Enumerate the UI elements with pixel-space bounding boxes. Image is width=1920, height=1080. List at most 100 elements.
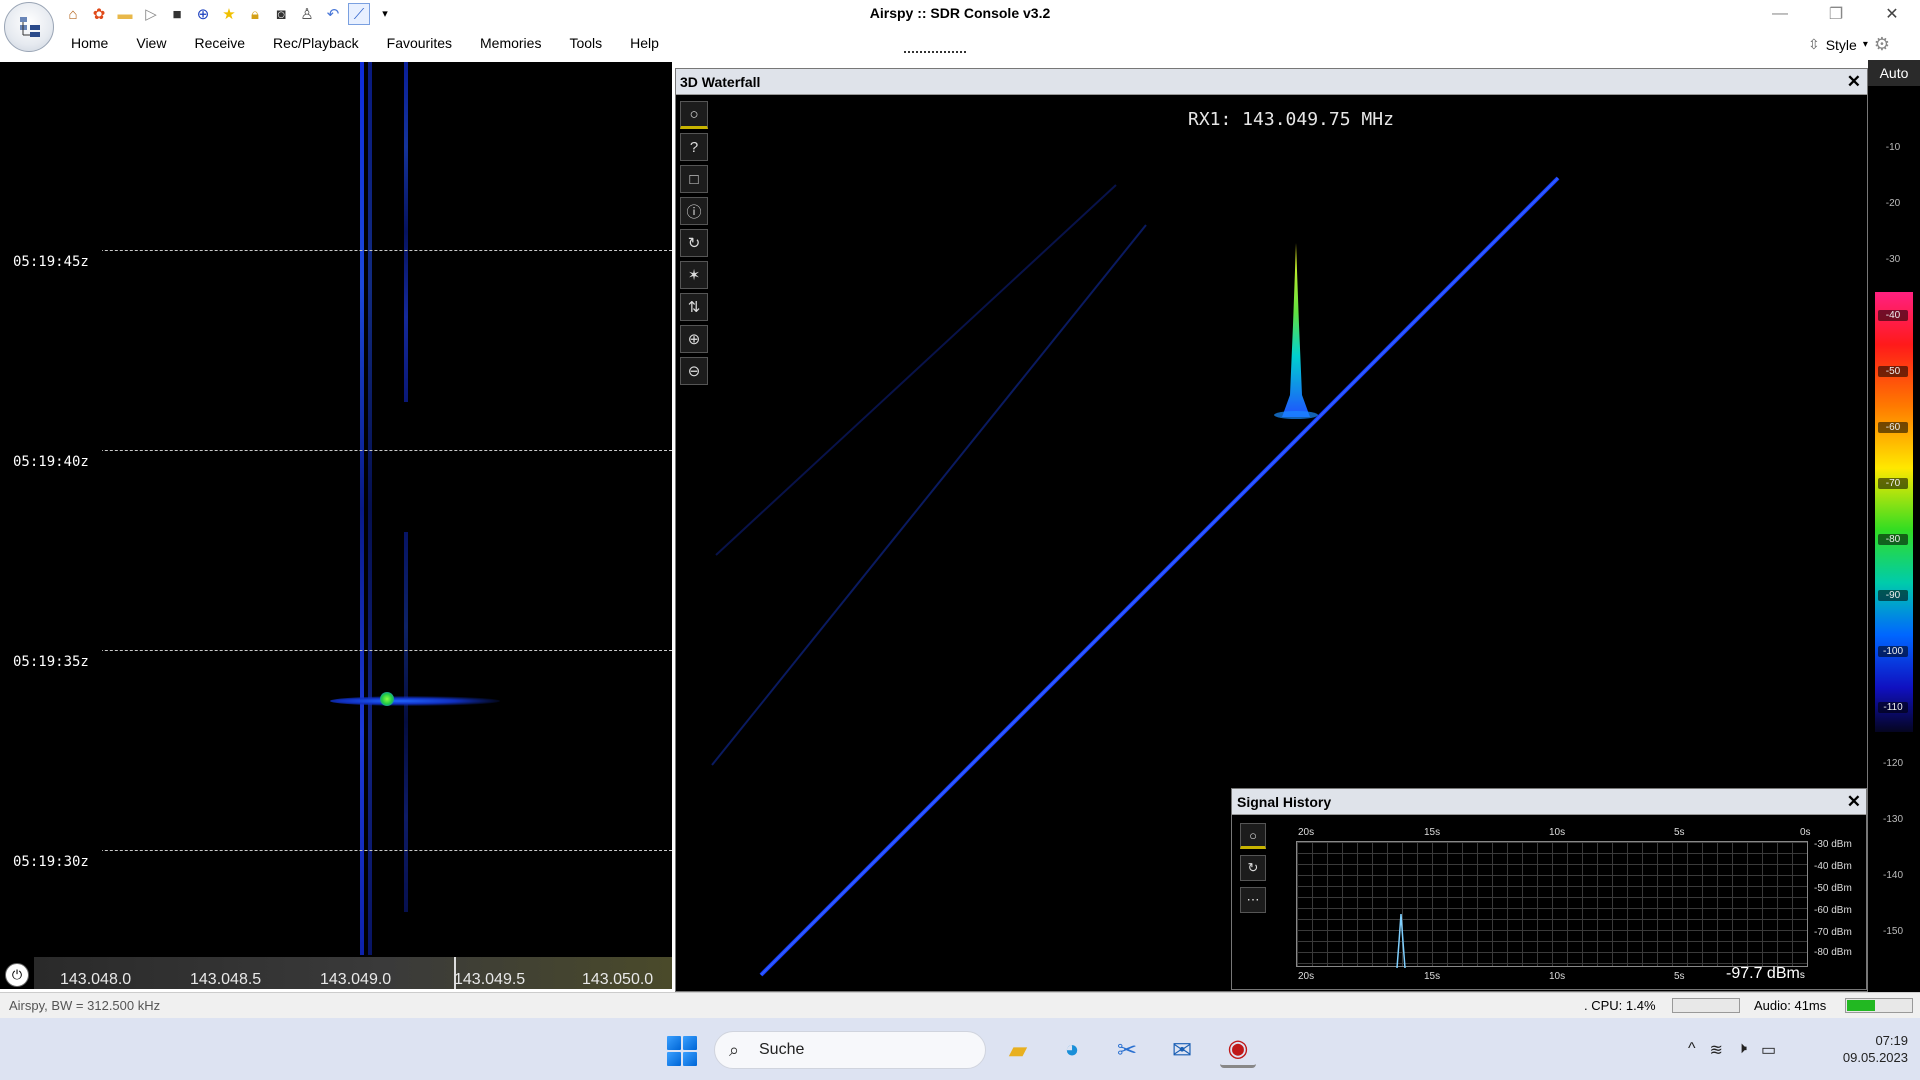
info-icon[interactable]: ⓘ xyxy=(680,197,708,225)
title-bar: ⌂ ✿ ▬ ▷ ■ ⊕ ★ 🔒︎ ◙ ♙ ↶ ⟋ ▾ Airspy :: SDR… xyxy=(0,0,1920,28)
menu-home[interactable]: Home xyxy=(57,35,122,51)
clock-date: 09.05.2023 xyxy=(1842,1050,1908,1065)
signal-history-plot[interactable] xyxy=(1296,841,1808,968)
audio-meter xyxy=(1845,998,1913,1013)
menu-receive[interactable]: Receive xyxy=(180,35,259,51)
panel-title: Signal History xyxy=(1237,794,1332,810)
file-explorer-icon[interactable]: ▰ xyxy=(1000,1032,1036,1068)
windows-start-button[interactable] xyxy=(667,1036,697,1066)
chevron-up-icon[interactable]: ^ xyxy=(1688,1040,1696,1060)
restore-button[interactable]: ❐ xyxy=(1808,0,1864,28)
frequency-scale-bar[interactable]: ⏻ 143.048.0 143.048.5 143.049.0 143.049.… xyxy=(0,955,672,989)
zoom-in-icon[interactable]: ⊕ xyxy=(680,325,708,353)
taskbar-clock[interactable]: 07:19 09.05.2023 xyxy=(1820,1032,1908,1066)
scale-tick: -120 xyxy=(1882,758,1903,769)
square-icon[interactable]: □ xyxy=(680,165,708,193)
wifi-icon[interactable]: ≋ xyxy=(1710,1040,1723,1060)
audio-meter-fill xyxy=(1847,1000,1875,1011)
time-label: 05:19:40z xyxy=(0,450,102,474)
y-tick: -30 dBm xyxy=(1814,839,1852,850)
sdr-console-icon[interactable]: ◉ xyxy=(1220,1032,1256,1068)
asterisk-icon[interactable]: ✶ xyxy=(680,261,708,289)
circle-icon[interactable]: ○ xyxy=(1240,823,1266,849)
start-logo-tile xyxy=(683,1052,697,1066)
x-tick: 10s xyxy=(1549,971,1566,982)
frequency-tick: 143.049.0 xyxy=(320,971,392,988)
edge-icon[interactable]: ◕ xyxy=(1054,1032,1090,1068)
help-icon[interactable]: ? xyxy=(680,133,708,161)
panel-header: Signal History ✕ xyxy=(1232,789,1866,815)
x-tick: 5s xyxy=(1674,827,1685,838)
y-tick: -60 dBm xyxy=(1814,905,1852,916)
y-tick: -70 dBm xyxy=(1814,927,1852,938)
panel-title: 3D Waterfall xyxy=(680,74,761,90)
refresh-icon[interactable]: ↻ xyxy=(1240,855,1266,881)
menu-tools[interactable]: Tools xyxy=(555,35,616,51)
style-label: Style xyxy=(1825,36,1857,53)
colour-scale[interactable]: Auto -10 -20 -30 -40 -50 -60 -70 -80 -90… xyxy=(1868,60,1920,995)
scale-tick: -20 xyxy=(1885,198,1901,209)
up-down-arrows-icon[interactable]: ⇅ xyxy=(680,293,708,321)
start-logo-tile xyxy=(683,1036,697,1050)
frequency-tick: 143.049.5 xyxy=(454,971,526,988)
rx-frequency-readout: RX1: 143.049.75 MHz xyxy=(1188,109,1394,130)
mail-icon[interactable]: ✉ xyxy=(1164,1032,1200,1068)
menu-memories[interactable]: Memories xyxy=(466,35,555,51)
system-tray: ^ ≋ 🕨︎ ▭ xyxy=(1688,1040,1776,1060)
ribbon-tabs: Home View Receive Rec/Playback Favourite… xyxy=(57,35,673,51)
colour-gradient-bar[interactable] xyxy=(1875,292,1913,732)
signal-trace xyxy=(404,532,408,912)
rotate-icon[interactable]: ↻ xyxy=(680,229,708,257)
cpu-meter xyxy=(1672,998,1740,1013)
x-tick: 15s xyxy=(1424,971,1441,982)
frequency-tick: 143.048.0 xyxy=(60,971,132,988)
start-logo-tile xyxy=(667,1052,681,1066)
taskbar-search[interactable]: ⌕ Suche xyxy=(714,1031,986,1069)
menu-help[interactable]: Help xyxy=(616,35,673,51)
app-menu-icon xyxy=(20,17,40,37)
close-icon[interactable]: ✕ xyxy=(1847,72,1861,92)
circle-icon[interactable]: ○ xyxy=(680,101,708,129)
signal-history-panel: Signal History ✕ ○ ↻ ⋯ 20s 15s 10s 5s 0s… xyxy=(1231,788,1867,990)
battery-icon[interactable]: ▭ xyxy=(1761,1040,1776,1060)
scale-tick: -70 xyxy=(1878,478,1908,489)
close-button[interactable]: ✕ xyxy=(1864,0,1920,28)
waterfall-display[interactable]: 05:19:45z 05:19:40z 05:19:35z 05:19:30z xyxy=(0,62,672,955)
minimize-button[interactable]: — xyxy=(1752,0,1808,28)
start-logo-tile xyxy=(667,1036,681,1050)
taskbar: ⌕ Suche ▰ ◕ ✂ ✉ ◉ ^ ≋ 🕨︎ ▭ 07:19 09.05.2… xyxy=(0,1018,1920,1080)
splitter-handle[interactable] xyxy=(904,51,966,54)
device-bandwidth-status: Airspy, BW = 312.500 kHz xyxy=(9,998,161,1013)
signal-trace xyxy=(368,62,372,955)
scale-tick: -150 xyxy=(1882,926,1903,937)
signal-level-value: -97.7 dBm xyxy=(1726,965,1800,982)
x-tick: 20s xyxy=(1298,827,1315,838)
window-controls: — ❐ ✕ xyxy=(1752,0,1920,28)
y-tick: -50 dBm xyxy=(1814,883,1852,894)
zoom-out-icon[interactable]: ⊖ xyxy=(680,357,708,385)
audio-status: Audio: 41ms xyxy=(1754,998,1827,1013)
time-label: 05:19:35z xyxy=(0,650,102,674)
frequency-scale[interactable]: 143.048.0 143.048.5 143.049.0 143.049.5 … xyxy=(34,957,672,989)
settings-icon[interactable]: ⚙ xyxy=(1874,34,1890,55)
menu-rec-playback[interactable]: Rec/Playback xyxy=(259,35,373,51)
menu-favourites[interactable]: Favourites xyxy=(373,35,466,51)
status-bar: Airspy, BW = 312.500 kHz . CPU: 1.4% Aud… xyxy=(0,992,1920,1018)
speaker-muted-icon[interactable]: 🕨︎ xyxy=(1737,1040,1747,1060)
close-icon[interactable]: ✕ xyxy=(1847,792,1861,812)
application-menu-button[interactable] xyxy=(4,2,54,52)
style-menu[interactable]: ⇳ Style ▾ ⚙ xyxy=(1808,34,1890,55)
clock-time: 07:19 xyxy=(1875,1033,1908,1048)
time-label: 05:19:30z xyxy=(0,850,102,874)
scale-tick: -110 xyxy=(1878,702,1908,713)
snipping-tool-icon[interactable]: ✂ xyxy=(1109,1032,1145,1068)
record-button[interactable]: ⏻ xyxy=(5,963,29,987)
window-title: Airspy :: SDR Console v3.2 xyxy=(869,5,1051,21)
menu-view[interactable]: View xyxy=(122,35,180,51)
chevron-down-icon: ▾ xyxy=(1862,39,1868,50)
more-icon[interactable]: ⋯ xyxy=(1240,887,1266,913)
x-tick: 10s xyxy=(1549,827,1566,838)
collapse-ribbon-icon[interactable]: ⇳ xyxy=(1808,36,1820,53)
auto-button[interactable]: Auto xyxy=(1868,60,1920,86)
y-tick: -40 dBm xyxy=(1814,861,1852,872)
